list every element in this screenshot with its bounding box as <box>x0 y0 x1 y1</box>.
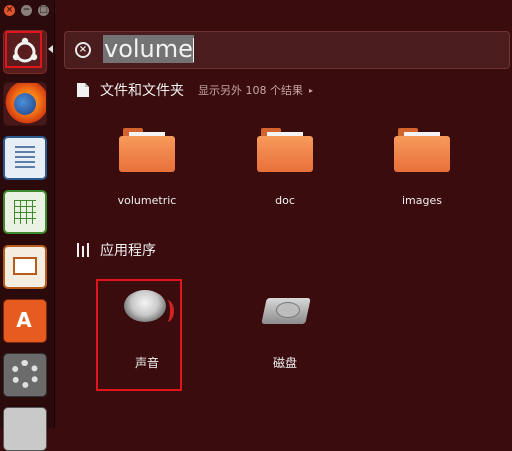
highlight-box-sound <box>96 279 182 391</box>
files-section-header: 文件和文件夹 显示另外 108 个结果 ▸ <box>76 80 313 100</box>
minimize-button[interactable]: − <box>21 5 32 16</box>
text-cursor <box>193 38 194 62</box>
writer-icon <box>15 146 35 170</box>
launcher-impress[interactable] <box>3 245 47 289</box>
disk-icon <box>258 288 312 330</box>
launcher-text-editor[interactable] <box>3 407 47 451</box>
clear-search-icon[interactable]: × <box>75 42 91 58</box>
file-result-label: images <box>402 194 442 207</box>
file-result-volumetric[interactable]: volumetric <box>117 128 177 207</box>
close-button[interactable]: × <box>4 5 15 16</box>
file-result-label: volumetric <box>117 194 177 207</box>
active-indicator-icon <box>48 45 53 53</box>
folder-icon <box>119 128 175 172</box>
impress-icon <box>13 257 37 275</box>
window-controls: × − □ <box>0 0 54 26</box>
file-result-images[interactable]: images <box>392 128 452 207</box>
calc-icon <box>14 200 36 224</box>
folder-icon <box>394 128 450 172</box>
software-bag-icon: A <box>16 308 32 332</box>
app-result-label: 磁盘 <box>272 356 297 370</box>
folder-icon <box>257 128 313 172</box>
apps-section-header: 应用程序 <box>76 240 156 260</box>
gear-icon <box>11 360 39 388</box>
app-result-disks[interactable]: 磁盘 <box>250 288 320 371</box>
highlight-box-dash <box>5 31 42 68</box>
search-query-text: volume <box>103 35 194 63</box>
maximize-button[interactable]: □ <box>38 5 49 16</box>
document-icon <box>77 83 89 97</box>
launcher-writer[interactable] <box>3 136 47 180</box>
file-result-doc[interactable]: doc <box>255 128 315 207</box>
search-input[interactable]: volume <box>103 35 194 63</box>
more-arrow-icon[interactable]: ▸ <box>309 86 313 95</box>
apps-section-title: 应用程序 <box>100 243 156 259</box>
launcher: × − □ A <box>0 0 55 451</box>
launcher-system-settings[interactable] <box>3 353 47 397</box>
apps-icon <box>77 243 89 257</box>
files-section-title: 文件和文件夹 <box>100 83 184 99</box>
files-section-more-link[interactable]: 显示另外 108 个结果 <box>198 82 303 98</box>
launcher-calc[interactable] <box>3 190 47 234</box>
file-result-label: doc <box>275 194 295 207</box>
launcher-software-center[interactable]: A <box>3 299 47 343</box>
launcher-firefox[interactable] <box>3 82 47 126</box>
search-bar[interactable]: × volume <box>64 31 510 69</box>
